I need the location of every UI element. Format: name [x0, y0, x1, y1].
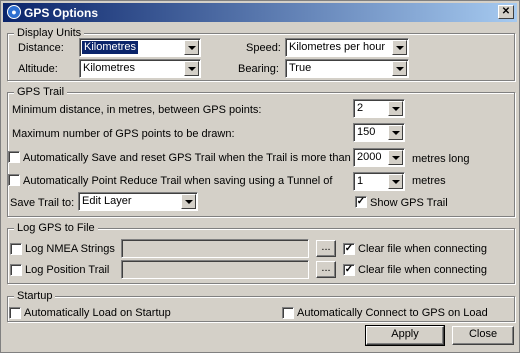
auto-load-checkbox[interactable] — [9, 307, 21, 319]
chevron-down-icon[interactable] — [392, 40, 407, 55]
auto-connect-checkbox[interactable] — [282, 307, 294, 319]
chevron-down-icon[interactable] — [184, 61, 199, 76]
position-clear-checkbox[interactable]: ✓ — [343, 264, 355, 276]
gps-options-dialog: ● GPS Options ✕ Display Units Distance: … — [0, 0, 520, 353]
log-position-label: Log Position Trail — [25, 264, 110, 276]
nmea-browse-button[interactable]: ... — [316, 240, 336, 257]
save-trail-value: Edit Layer — [82, 195, 132, 207]
log-position-checkbox[interactable] — [10, 264, 22, 276]
log-gps-legend: Log GPS to File — [14, 221, 98, 235]
auto-save-checkbox[interactable] — [8, 151, 20, 163]
close-window-icon[interactable]: ✕ — [498, 5, 514, 19]
tunnel-width-value: 1 — [357, 175, 364, 187]
altitude-value: Kilometres — [83, 62, 135, 74]
min-distance-label: Minimum distance, in metres, between GPS… — [12, 104, 262, 116]
max-points-value: 150 — [357, 126, 376, 138]
bearing-label: Bearing: — [238, 63, 279, 75]
auto-load-label: Automatically Load on Startup — [24, 307, 171, 319]
altitude-label: Altitude: — [18, 63, 58, 75]
close-button[interactable]: Close — [452, 326, 514, 345]
title-bar: ● GPS Options ✕ — [3, 3, 517, 22]
chevron-down-icon[interactable] — [388, 174, 403, 189]
auto-save-label: Automatically Save and reset GPS Trail w… — [23, 152, 351, 164]
auto-reduce-suffix: metres — [412, 175, 446, 187]
max-points-label: Maximum number of GPS points to be drawn… — [12, 128, 235, 140]
chevron-down-icon[interactable] — [388, 101, 403, 116]
distance-value: Kilometres — [82, 41, 138, 54]
position-clear-label: Clear file when connecting — [358, 264, 488, 276]
max-points-select[interactable]: 150 — [353, 123, 405, 142]
auto-save-suffix: metres long — [412, 153, 470, 165]
position-file-path-input[interactable] — [121, 260, 309, 279]
save-trail-label: Save Trail to: — [10, 197, 75, 209]
apply-button[interactable]: Apply — [365, 325, 445, 346]
chevron-down-icon[interactable] — [388, 125, 403, 140]
chevron-down-icon[interactable] — [392, 61, 407, 76]
distance-select[interactable]: Kilometres — [79, 38, 201, 57]
auto-reduce-checkbox[interactable] — [8, 174, 20, 186]
distance-label: Distance: — [18, 42, 64, 54]
window-title: GPS Options — [24, 6, 99, 20]
chevron-down-icon[interactable] — [388, 150, 403, 165]
startup-legend: Startup — [14, 289, 56, 303]
min-distance-value: 2 — [357, 102, 364, 114]
position-browse-button[interactable]: ... — [316, 261, 336, 278]
auto-reduce-label: Automatically Point Reduce Trail when sa… — [23, 175, 333, 187]
nmea-clear-label: Clear file when connecting — [358, 243, 488, 255]
nmea-clear-checkbox[interactable]: ✓ — [343, 243, 355, 255]
log-nmea-checkbox[interactable] — [10, 243, 22, 255]
gps-app-icon: ● — [7, 5, 21, 19]
auto-save-distance-select[interactable]: 2000 — [353, 148, 405, 167]
show-trail-label: Show GPS Trail — [370, 197, 448, 209]
show-trail-checkbox[interactable]: ✓ — [355, 196, 367, 208]
save-trail-select[interactable]: Edit Layer — [78, 192, 198, 211]
min-distance-select[interactable]: 2 — [353, 99, 405, 118]
nmea-file-path-input[interactable] — [121, 239, 309, 258]
auto-save-distance-value: 2000 — [357, 151, 382, 163]
speed-value: Kilometres per hour — [289, 41, 385, 53]
speed-label: Speed: — [246, 42, 281, 54]
display-units-legend: Display Units — [14, 26, 85, 40]
speed-select[interactable]: Kilometres per hour — [285, 38, 409, 57]
altitude-select[interactable]: Kilometres — [79, 59, 201, 78]
chevron-down-icon[interactable] — [181, 194, 196, 209]
tunnel-width-select[interactable]: 1 — [353, 172, 405, 191]
chevron-down-icon[interactable] — [184, 40, 199, 55]
bearing-select[interactable]: True — [285, 59, 409, 78]
log-nmea-label: Log NMEA Strings — [25, 243, 115, 255]
bearing-value: True — [289, 62, 312, 74]
gps-trail-legend: GPS Trail — [14, 85, 68, 99]
auto-connect-label: Automatically Connect to GPS on Load — [297, 307, 488, 319]
